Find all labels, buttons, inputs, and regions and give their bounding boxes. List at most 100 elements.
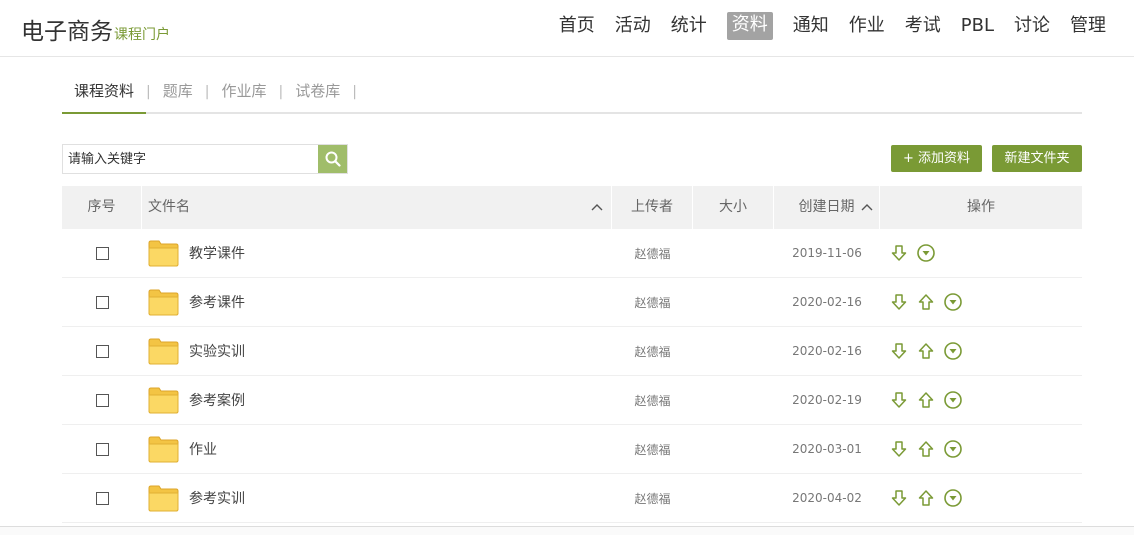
row-actions [880,278,1082,327]
sort-asc-icon[interactable] [861,203,873,211]
file-name[interactable]: 参考实训 [189,488,245,508]
arrow-down-icon[interactable] [890,293,908,311]
chevron-circle-down-icon[interactable] [944,391,962,409]
file-name[interactable]: 作业 [189,439,217,459]
chevron-circle-down-icon[interactable] [944,440,962,458]
folder-icon [148,240,179,267]
header-index: 序号 [62,186,142,229]
nav-homework[interactable]: 作业 [849,12,885,40]
file-name[interactable]: 参考课件 [189,292,245,312]
row-index-cell [62,278,142,327]
header-created[interactable]: 创建日期 [774,186,880,229]
nav-exams[interactable]: 考试 [905,12,941,40]
created-date: 2020-02-19 [792,393,862,407]
bottom-strip [0,526,1134,535]
row-checkbox[interactable] [95,442,109,456]
main-nav: 首页 活动 统计 资料 通知 作业 考试 PBL 讨论 管理 [539,12,1106,40]
row-name-cell: 参考课件 [142,278,612,327]
uploader: 赵德福 [634,295,671,310]
file-size [693,376,774,425]
file-size [693,327,774,376]
arrow-up-icon[interactable] [917,489,935,507]
created-date: 2020-02-16 [792,295,862,309]
chevron-circle-down-icon[interactable] [944,342,962,360]
nav-home[interactable]: 首页 [559,12,595,40]
search-input[interactable] [63,145,318,173]
nav-discussion[interactable]: 讨论 [1014,12,1050,40]
row-index-cell [62,376,142,425]
folder-icon [148,289,179,316]
arrow-down-icon[interactable] [890,342,908,360]
row-name-cell: 教学课件 [142,229,612,278]
search-icon [325,151,341,167]
folder-icon [148,436,179,463]
row-checkbox[interactable] [95,295,109,309]
arrow-up-icon[interactable] [917,440,935,458]
tab-course-materials[interactable]: 课程资料 [62,78,147,114]
file-size [693,474,774,523]
header-filename[interactable]: 文件名 [142,186,612,229]
table-row: 作业 赵德福 2020-03-01 [62,425,1082,474]
sort-asc-icon[interactable] [591,203,603,211]
row-checkbox[interactable] [95,491,109,505]
file-size [693,278,774,327]
header-created-label: 创建日期 [798,199,855,215]
file-name[interactable]: 参考案例 [189,390,245,410]
uploader: 赵德福 [634,393,671,408]
row-name-cell: 参考案例 [142,376,612,425]
created-date: 2019-11-06 [792,246,862,260]
folder-icon [148,387,179,414]
tab-homework-bank[interactable]: 作业库 [209,78,278,104]
row-actions [880,229,1082,278]
tab-exam-bank[interactable]: 试卷库 [283,78,352,104]
add-material-button[interactable]: + 添加资料 [891,145,982,172]
row-actions [880,376,1082,425]
created-date: 2020-03-01 [792,442,862,456]
row-index-cell [62,474,142,523]
new-folder-button[interactable]: 新建文件夹 [992,145,1082,172]
row-checkbox[interactable] [95,393,109,407]
arrow-up-icon[interactable] [917,342,935,360]
nav-notices[interactable]: 通知 [793,12,829,40]
arrow-down-icon[interactable] [890,244,908,262]
chevron-circle-down-icon[interactable] [944,489,962,507]
logo-sub-text: 课程门户 [114,27,170,43]
arrow-down-icon[interactable] [890,391,908,409]
table-row: 参考案例 赵德福 2020-02-19 [62,376,1082,425]
tab-question-bank[interactable]: 题库 [151,78,205,104]
nav-statistics[interactable]: 统计 [671,12,707,40]
row-index-cell [62,425,142,474]
header-uploader: 上传者 [612,186,693,229]
site-logo[interactable]: 电子商务 课程门户 [21,12,170,46]
row-actions [880,474,1082,523]
nav-admin[interactable]: 管理 [1070,12,1106,40]
file-name[interactable]: 实验实训 [189,341,245,361]
arrow-down-icon[interactable] [890,440,908,458]
row-checkbox[interactable] [95,344,109,358]
header-ops: 操作 [967,199,995,215]
arrow-down-icon[interactable] [890,489,908,507]
search-box [62,144,348,174]
row-name-cell: 实验实训 [142,327,612,376]
row-checkbox[interactable] [95,246,109,260]
materials-table: 序号 文件名 上传者 大小 创建日期 操作 教学课件 赵德福 2019-11-0… [62,186,1082,523]
table-body: 教学课件 赵德福 2019-11-06 参考课件 赵德福 2020-02-16 … [62,229,1082,523]
file-name[interactable]: 教学课件 [189,243,245,263]
uploader: 赵德福 [634,442,671,457]
file-size [693,425,774,474]
nav-pbl[interactable]: PBL [961,12,994,40]
header-filename-label: 文件名 [148,199,190,215]
row-index-cell [62,229,142,278]
nav-materials[interactable]: 资料 [726,12,773,40]
nav-activities[interactable]: 活动 [615,12,651,40]
table-row: 实验实训 赵德福 2020-02-16 [62,327,1082,376]
table-row: 参考实训 赵德福 2020-04-02 [62,474,1082,523]
chevron-circle-down-icon[interactable] [944,293,962,311]
row-actions [880,327,1082,376]
search-button[interactable] [318,145,347,173]
arrow-up-icon[interactable] [917,391,935,409]
tab-separator: | [352,84,357,100]
arrow-up-icon[interactable] [917,293,935,311]
chevron-circle-down-icon[interactable] [917,244,935,262]
row-actions [880,425,1082,474]
